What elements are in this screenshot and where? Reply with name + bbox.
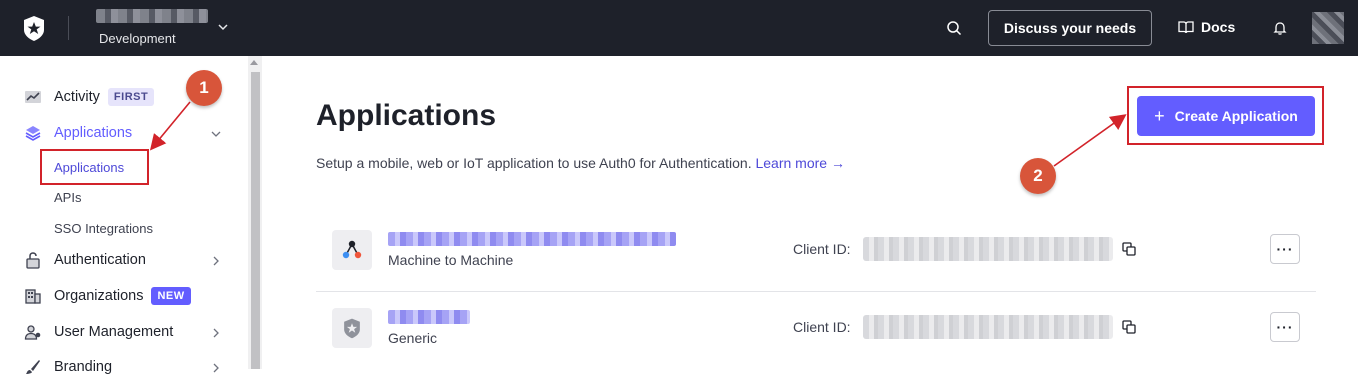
- new-badge: NEW: [151, 287, 191, 305]
- annotation-step-1: 1: [186, 70, 222, 106]
- auth0-logo-icon[interactable]: [20, 14, 48, 42]
- docs-label: Docs: [1201, 19, 1236, 35]
- sidebar-item-organizations[interactable]: Organizations NEW: [24, 287, 191, 305]
- copy-icon[interactable]: [1122, 242, 1136, 256]
- tenant-name-blurred[interactable]: [96, 9, 208, 23]
- sidebar-subitem-sso-integrations[interactable]: SSO Integrations: [54, 221, 153, 236]
- client-id-label: Client ID:: [793, 241, 851, 257]
- sidebar-item-activity[interactable]: Activity FIRST: [24, 88, 155, 106]
- bell-icon[interactable]: [1272, 20, 1288, 36]
- sidebar-item-user-management[interactable]: User Management: [24, 323, 173, 341]
- application-type: Machine to Machine: [388, 252, 514, 268]
- first-badge: FIRST: [107, 88, 155, 106]
- more-options-button[interactable]: ···: [1270, 234, 1300, 264]
- description-text: Setup a mobile, web or IoT application t…: [316, 155, 752, 171]
- sidebar-item-authentication[interactable]: Authentication: [24, 251, 146, 269]
- copy-icon[interactable]: [1122, 320, 1136, 334]
- client-id-label: Client ID:: [793, 319, 851, 335]
- sidebar-item-branding[interactable]: Branding: [24, 358, 112, 376]
- client-id-value-blurred: [863, 237, 1113, 261]
- application-type: Generic: [388, 330, 438, 346]
- machine-to-machine-icon: [332, 230, 372, 270]
- generic-app-shield-icon: [332, 308, 372, 348]
- discuss-your-needs-button[interactable]: Discuss your needs: [988, 10, 1152, 46]
- sidebar-subitem-apis[interactable]: APIs: [54, 190, 81, 205]
- user-avatar[interactable]: [1312, 12, 1344, 44]
- search-icon[interactable]: [946, 20, 962, 36]
- application-name-blurred[interactable]: [388, 232, 676, 246]
- sidebar-item-label: User Management: [54, 324, 174, 340]
- page-description: Setup a mobile, web or IoT application t…: [316, 155, 845, 171]
- chevron-down-icon[interactable]: [216, 20, 230, 34]
- annotation-box-applications: [40, 149, 149, 185]
- annotation-box-create-application: [1127, 86, 1324, 145]
- brush-icon: [26, 360, 40, 374]
- client-id-value-blurred: [863, 315, 1113, 339]
- scroll-up-arrow-icon[interactable]: [250, 60, 258, 65]
- application-name-blurred[interactable]: [388, 310, 470, 324]
- lock-icon: [26, 252, 40, 269]
- annotation-step-2: 2: [1020, 158, 1056, 194]
- chevron-right-icon[interactable]: [210, 362, 222, 374]
- tenant-environment[interactable]: Development: [99, 31, 176, 46]
- sidebar-scrollbar-thumb[interactable]: [251, 72, 260, 369]
- application-row[interactable]: Generic Client ID: ···: [316, 290, 1316, 366]
- page-title: Applications: [316, 99, 497, 132]
- sidebar-item-label: Organizations: [54, 288, 144, 304]
- users-icon: [24, 325, 41, 340]
- more-options-button[interactable]: ···: [1270, 312, 1300, 342]
- learn-more-link[interactable]: Learn more →: [755, 155, 844, 171]
- topbar-divider: [68, 16, 69, 40]
- building-icon: [25, 289, 41, 304]
- sidebar-item-applications[interactable]: Applications: [24, 124, 132, 142]
- activity-chart-icon: [25, 91, 41, 103]
- sidebar-item-label: Authentication: [54, 252, 146, 268]
- chevron-right-icon[interactable]: [210, 327, 222, 339]
- sidebar-item-label: Activity: [54, 89, 100, 105]
- sidebar-item-label: Branding: [54, 359, 113, 375]
- docs-link[interactable]: Docs: [1178, 19, 1235, 35]
- book-icon: [1178, 21, 1194, 34]
- layers-icon: [25, 126, 41, 141]
- top-bar: Development Discuss your needs Docs: [0, 0, 1358, 56]
- application-row[interactable]: Machine to Machine Client ID: ···: [316, 212, 1316, 288]
- sidebar-item-label: Applications: [54, 125, 133, 141]
- chevron-down-icon[interactable]: [210, 128, 222, 140]
- chevron-right-icon[interactable]: [210, 255, 222, 267]
